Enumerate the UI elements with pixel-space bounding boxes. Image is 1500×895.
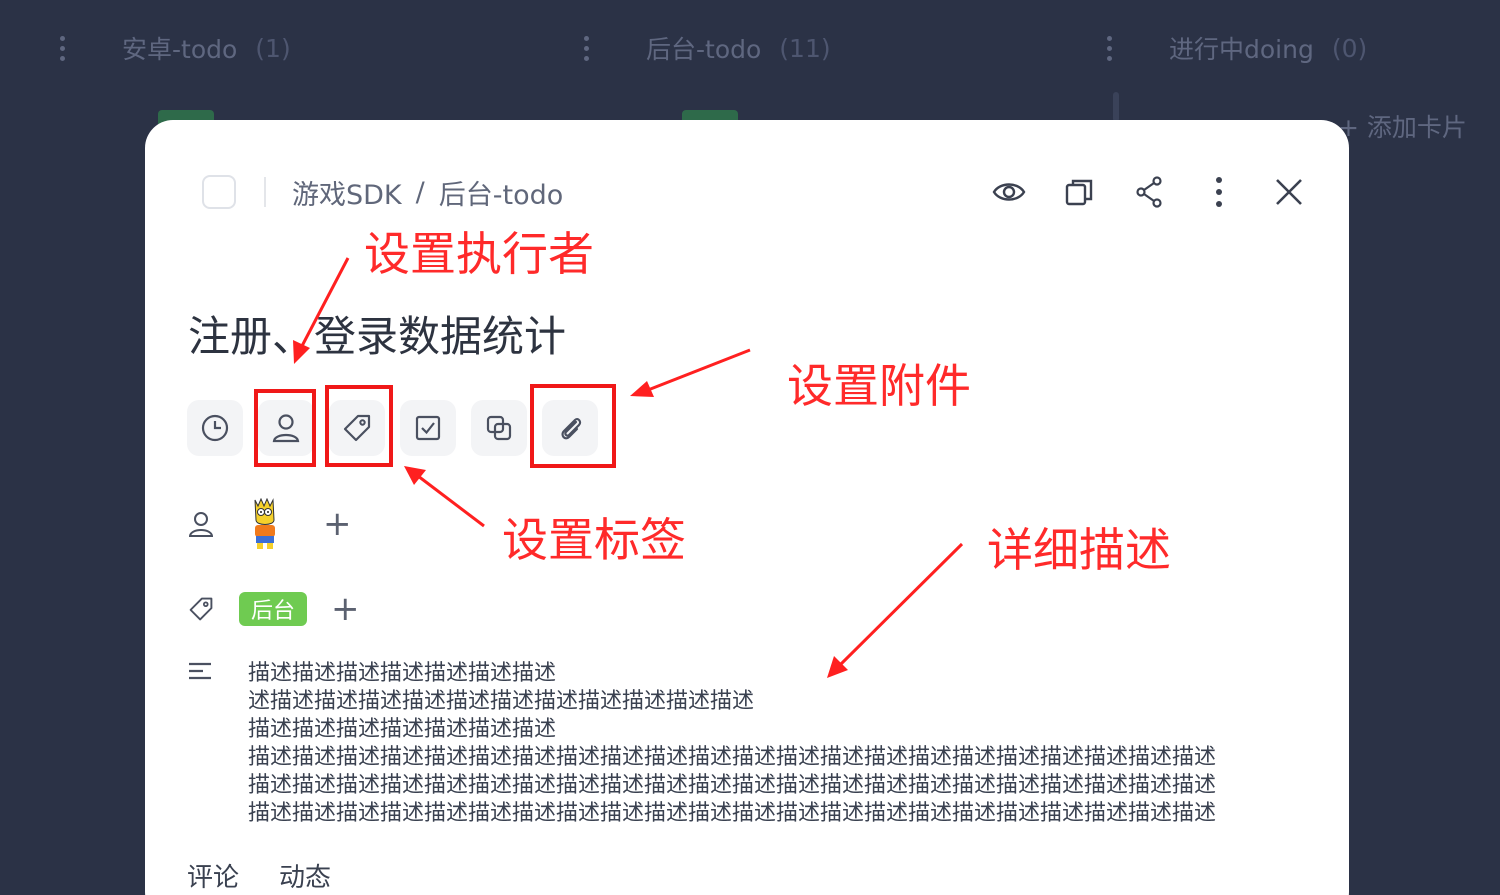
column-header-doing: 进行中doing (0) [1099,28,1367,68]
breadcrumb-list[interactable]: 后台-todo [439,173,564,212]
activity-tabs: 评论 动态 [187,857,331,894]
share-icon[interactable] [1129,172,1169,212]
card-title[interactable]: 注册、登录数据统计 [188,303,566,364]
column-title: 进行中doing [1169,35,1314,64]
more-icon[interactable] [1199,172,1239,212]
annotation-box-attachment [530,384,616,468]
tag-badge[interactable]: 后台 [239,592,308,626]
card-description[interactable]: 描述描述描述描述描述描述描述 述描述描述描述描述描述描述描述描述描述描述描述 描… [248,660,1308,828]
annotation-tag-label: 设置标签 [502,513,686,567]
add-tag-button[interactable]: + [331,592,360,626]
add-card-button[interactable]: + 添加卡片 [1338,108,1467,144]
description-line: 描述描述描述描述描述描述描述 [248,661,557,686]
column-header-android: 安卓-todo (1) [52,28,291,68]
close-icon[interactable] [1269,172,1309,212]
breadcrumb-project[interactable]: 游戏SDK [292,173,402,212]
column-count: (0) [1331,33,1368,63]
column-menu-icon[interactable] [576,35,596,61]
description-line: 描述描述描述描述描述描述描述描述描述描述描述描述描述描述描述描述描述描述描述描述… [248,745,1217,770]
card-detail-modal: 游戏SDK / 后台-todo 注册、登录数据统计 + 后台 + 描述描述描述描… [145,120,1349,895]
description-icon [187,660,213,686]
description-line: 描述描述描述描述描述描述描述 [248,717,557,742]
clock-icon[interactable] [187,400,243,456]
duplicate-icon[interactable] [471,400,527,456]
column-menu-icon[interactable] [1099,35,1119,61]
complete-checkbox[interactable] [202,175,236,209]
tag-icon [187,595,215,623]
assignee-avatar[interactable] [247,497,283,550]
annotation-attachment-label: 设置附件 [787,359,971,413]
annotation-box-tag [325,385,393,467]
column-title: 后台-todo [646,35,762,64]
annotation-assignee-label: 设置执行者 [364,227,594,281]
column-count: (11) [779,33,831,63]
description-line: 述描述描述描述描述描述描述描述描述描述描述描述 [248,689,755,714]
tab-comments[interactable]: 评论 [187,857,239,894]
modal-actions [989,172,1309,212]
description-line: 描述描述描述描述描述描述描述描述描述描述描述描述描述描述描述描述描述描述描述描述… [248,801,1217,826]
tag-row: 后台 + [187,592,360,626]
breadcrumb: 游戏SDK / 后台-todo [202,173,563,211]
annotation-description-label: 详细描述 [987,523,1171,577]
tab-activity[interactable]: 动态 [279,857,331,894]
column-menu-icon[interactable] [52,35,72,61]
assignee-row: + [187,497,352,550]
add-assignee-button[interactable]: + [323,507,352,541]
annotation-box-assignee [254,389,316,467]
breadcrumb-separator: / [415,176,425,208]
column-header-backend: 后台-todo (11) [576,28,831,68]
description-line: 描述描述描述描述描述描述描述描述描述描述描述描述描述描述描述描述描述描述描述描述… [248,773,1217,798]
checklist-icon[interactable] [400,400,456,456]
divider [264,177,266,207]
column-count: (1) [255,33,291,63]
user-icon [187,510,215,538]
eye-icon[interactable] [989,172,1029,212]
column-scrollbar[interactable] [1113,92,1119,122]
column-title: 安卓-todo [122,35,238,64]
copy-icon[interactable] [1059,172,1099,212]
